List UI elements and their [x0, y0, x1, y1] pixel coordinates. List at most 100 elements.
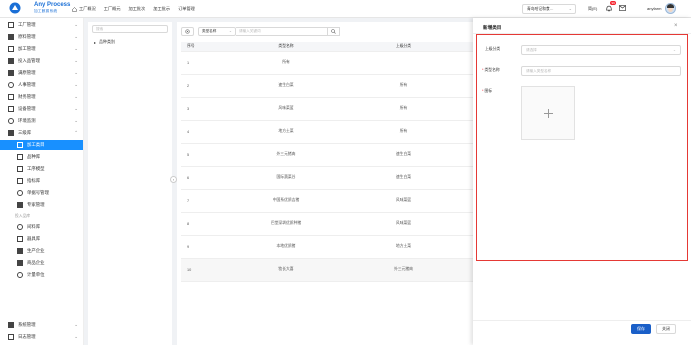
close-icon[interactable]: ×	[674, 23, 678, 29]
search-field-select[interactable]: 类型名称 ⌄	[198, 27, 236, 36]
table-row[interactable]: 1 所有	[181, 51, 476, 75]
sidebar-item-materials[interactable]: 原料管理 ⌄	[0, 32, 83, 42]
cell-parent: 所有	[331, 97, 476, 121]
table-row[interactable]: 8 巴堂深圳优质种猪 风味菜篮	[181, 212, 476, 236]
tree-node-root[interactable]: ▸ 品种类别	[94, 39, 115, 45]
sidebar-item-label: 生产企业	[27, 248, 45, 253]
sidebar-item-label: 加工管理	[18, 46, 36, 51]
cell-parent: 所有	[331, 74, 476, 98]
topnav-item-4[interactable]: 加工批示	[153, 5, 170, 13]
search-button[interactable]	[328, 27, 340, 36]
sidebar-item-category[interactable]: 加工类目	[0, 140, 83, 150]
cell-parent: 地方土菜	[331, 235, 476, 259]
sidebar-item-equipment[interactable]: 设备管理 ⌄	[0, 104, 83, 114]
table-row[interactable]: 4 地方土菜 所有	[181, 120, 476, 144]
log-icon	[8, 334, 14, 340]
keyword-input[interactable]: 请输入关键词	[236, 27, 328, 36]
topnav-item-factory-overview[interactable]: 工厂概況	[72, 5, 96, 13]
sidebar-item-library[interactable]: 三级库 ⌃	[0, 128, 83, 138]
sidebar-item-label: 商品企业	[27, 260, 45, 265]
topnav-item-2[interactable]: 工厂概元	[104, 5, 121, 13]
sidebar-item-label: 专家管理	[27, 202, 45, 207]
shop-icon	[17, 260, 23, 266]
mail-icon[interactable]	[619, 5, 626, 11]
sidebar-item-environment[interactable]: 环境监测 ⌄	[0, 116, 83, 126]
topnav-item-5[interactable]: 订单管理	[178, 5, 195, 13]
input-icon	[8, 58, 14, 64]
language-switch[interactable]: 简(E)	[588, 5, 597, 13]
chevron-down-icon: ⌄	[74, 118, 78, 123]
sidebar-item-factory[interactable]: 工厂管理 ⌄	[0, 20, 83, 30]
tree-search-input[interactable]: 搜索	[92, 25, 168, 33]
sidebar-item-finance[interactable]: 财务管理 ⌄	[0, 92, 83, 102]
sidebar-item-label: 原料管理	[18, 34, 36, 39]
save-button[interactable]: 保存	[631, 324, 651, 334]
icon-upload-label: *图标	[482, 89, 492, 94]
sidebar: 工厂管理 ⌄ 原料管理 ⌄ 加工管理 ⌄ 投入品管理 ⌄ 满原管理 ⌄ 人事管理 ⌄ 财务管…	[0, 18, 84, 345]
select-placeholder: 请选择	[526, 48, 537, 52]
settings-button[interactable]	[181, 27, 194, 36]
table-row[interactable]: 10 牧长大喜 外三元猪肉	[181, 258, 476, 282]
brand-logo[interactable]: Any Process 加工數據系統	[9, 2, 70, 15]
table-row[interactable]: 2 速生白菜 所有	[181, 74, 476, 98]
category-name-input[interactable]: 请输入类型名称	[521, 66, 681, 76]
home-icon	[72, 6, 77, 12]
sidebar-item-label: 计量单位	[27, 272, 45, 277]
collapse-panel-button[interactable]: ‹	[170, 176, 177, 183]
parent-category-select[interactable]: 请选择 ⌄	[521, 45, 681, 55]
wallet-icon	[8, 94, 14, 100]
sidebar-item-doc-number[interactable]: 单据号管理	[0, 188, 83, 198]
sidebar-item-experts[interactable]: 专家管理	[0, 200, 83, 210]
table-icon	[17, 154, 23, 160]
gear-icon	[185, 29, 190, 34]
sidebar-item-processing[interactable]: 加工管理 ⌄	[0, 44, 83, 54]
sidebar-item-variety[interactable]: 品种库	[0, 152, 83, 162]
cell-name: 巴堂深圳优质种猪	[241, 212, 331, 236]
table-row[interactable]: 5 外三元猪肉 速生白菜	[181, 143, 476, 167]
grid-icon	[8, 22, 14, 28]
cell-index: 1	[181, 51, 241, 75]
sidebar-item-inputs[interactable]: 投入品管理 ⌄	[0, 56, 83, 66]
sidebar-item-process-model[interactable]: 工序模型	[0, 164, 83, 174]
cell-index: 5	[181, 143, 241, 167]
close-button[interactable]: 关闭	[656, 324, 676, 334]
sidebar-item-tools[interactable]: 器具库	[0, 234, 83, 244]
label-text: 图标	[484, 89, 493, 93]
label-text: 类型名称	[484, 68, 500, 72]
column-header-index: 序号	[181, 42, 241, 52]
sidebar-item-feed[interactable]: 间料库	[0, 222, 83, 232]
sidebar-item-label: 设备管理	[18, 106, 36, 111]
chevron-down-icon: ⌄	[74, 58, 78, 63]
label-text: 上级分类	[485, 47, 501, 51]
table-row[interactable]: 9 本地优质猪 地方土菜	[181, 235, 476, 259]
chevron-down-icon: ⌄	[228, 29, 232, 33]
bell-icon[interactable]	[605, 4, 613, 13]
sidebar-item-metrics[interactable]: 指标库	[0, 176, 83, 186]
category-name-label: *类型名称	[482, 68, 500, 73]
topnav-item-3[interactable]: 加工批次	[129, 5, 146, 13]
sidebar-item-system[interactable]: 系统管理 ⌄	[0, 320, 83, 330]
cell-name: 所有	[241, 51, 331, 75]
sidebar-item-hr[interactable]: 人事管理 ⌄	[0, 80, 83, 90]
parent-category-label: 上级分类	[485, 47, 500, 52]
table-row[interactable]: 6 国际蔬菜谷 速生白菜	[181, 166, 476, 190]
library-icon	[8, 130, 14, 136]
username[interactable]: anyfarm	[647, 5, 661, 13]
cell-name: 中国系优质吉猪	[241, 189, 331, 213]
chevron-down-icon: ⌄	[74, 70, 78, 75]
logo-mark-icon	[9, 2, 21, 14]
org-select[interactable]: 青岛哈记和食… ⌄	[522, 4, 576, 14]
cell-index: 6	[181, 166, 241, 190]
sidebar-item-label: 日志管理	[18, 334, 36, 339]
sidebar-item-units[interactable]: 计量单位	[0, 270, 83, 280]
sidebar-item-logs[interactable]: 日志管理 ⌄	[0, 332, 83, 342]
avatar[interactable]	[665, 3, 676, 14]
table-row[interactable]: 3 风味菜篮 所有	[181, 97, 476, 121]
table-row[interactable]: 7 中国系优质吉猪 风味菜篮	[181, 189, 476, 213]
caret-right-icon: ▸	[94, 39, 97, 45]
sidebar-item-label: 满原管理	[18, 70, 36, 75]
icon-upload-box[interactable]	[521, 86, 575, 140]
sidebar-item-producers[interactable]: 生产企业	[0, 246, 83, 256]
sidebar-item-merchants[interactable]: 商品企业	[0, 258, 83, 268]
sidebar-item-stock[interactable]: 满原管理 ⌄	[0, 68, 83, 78]
